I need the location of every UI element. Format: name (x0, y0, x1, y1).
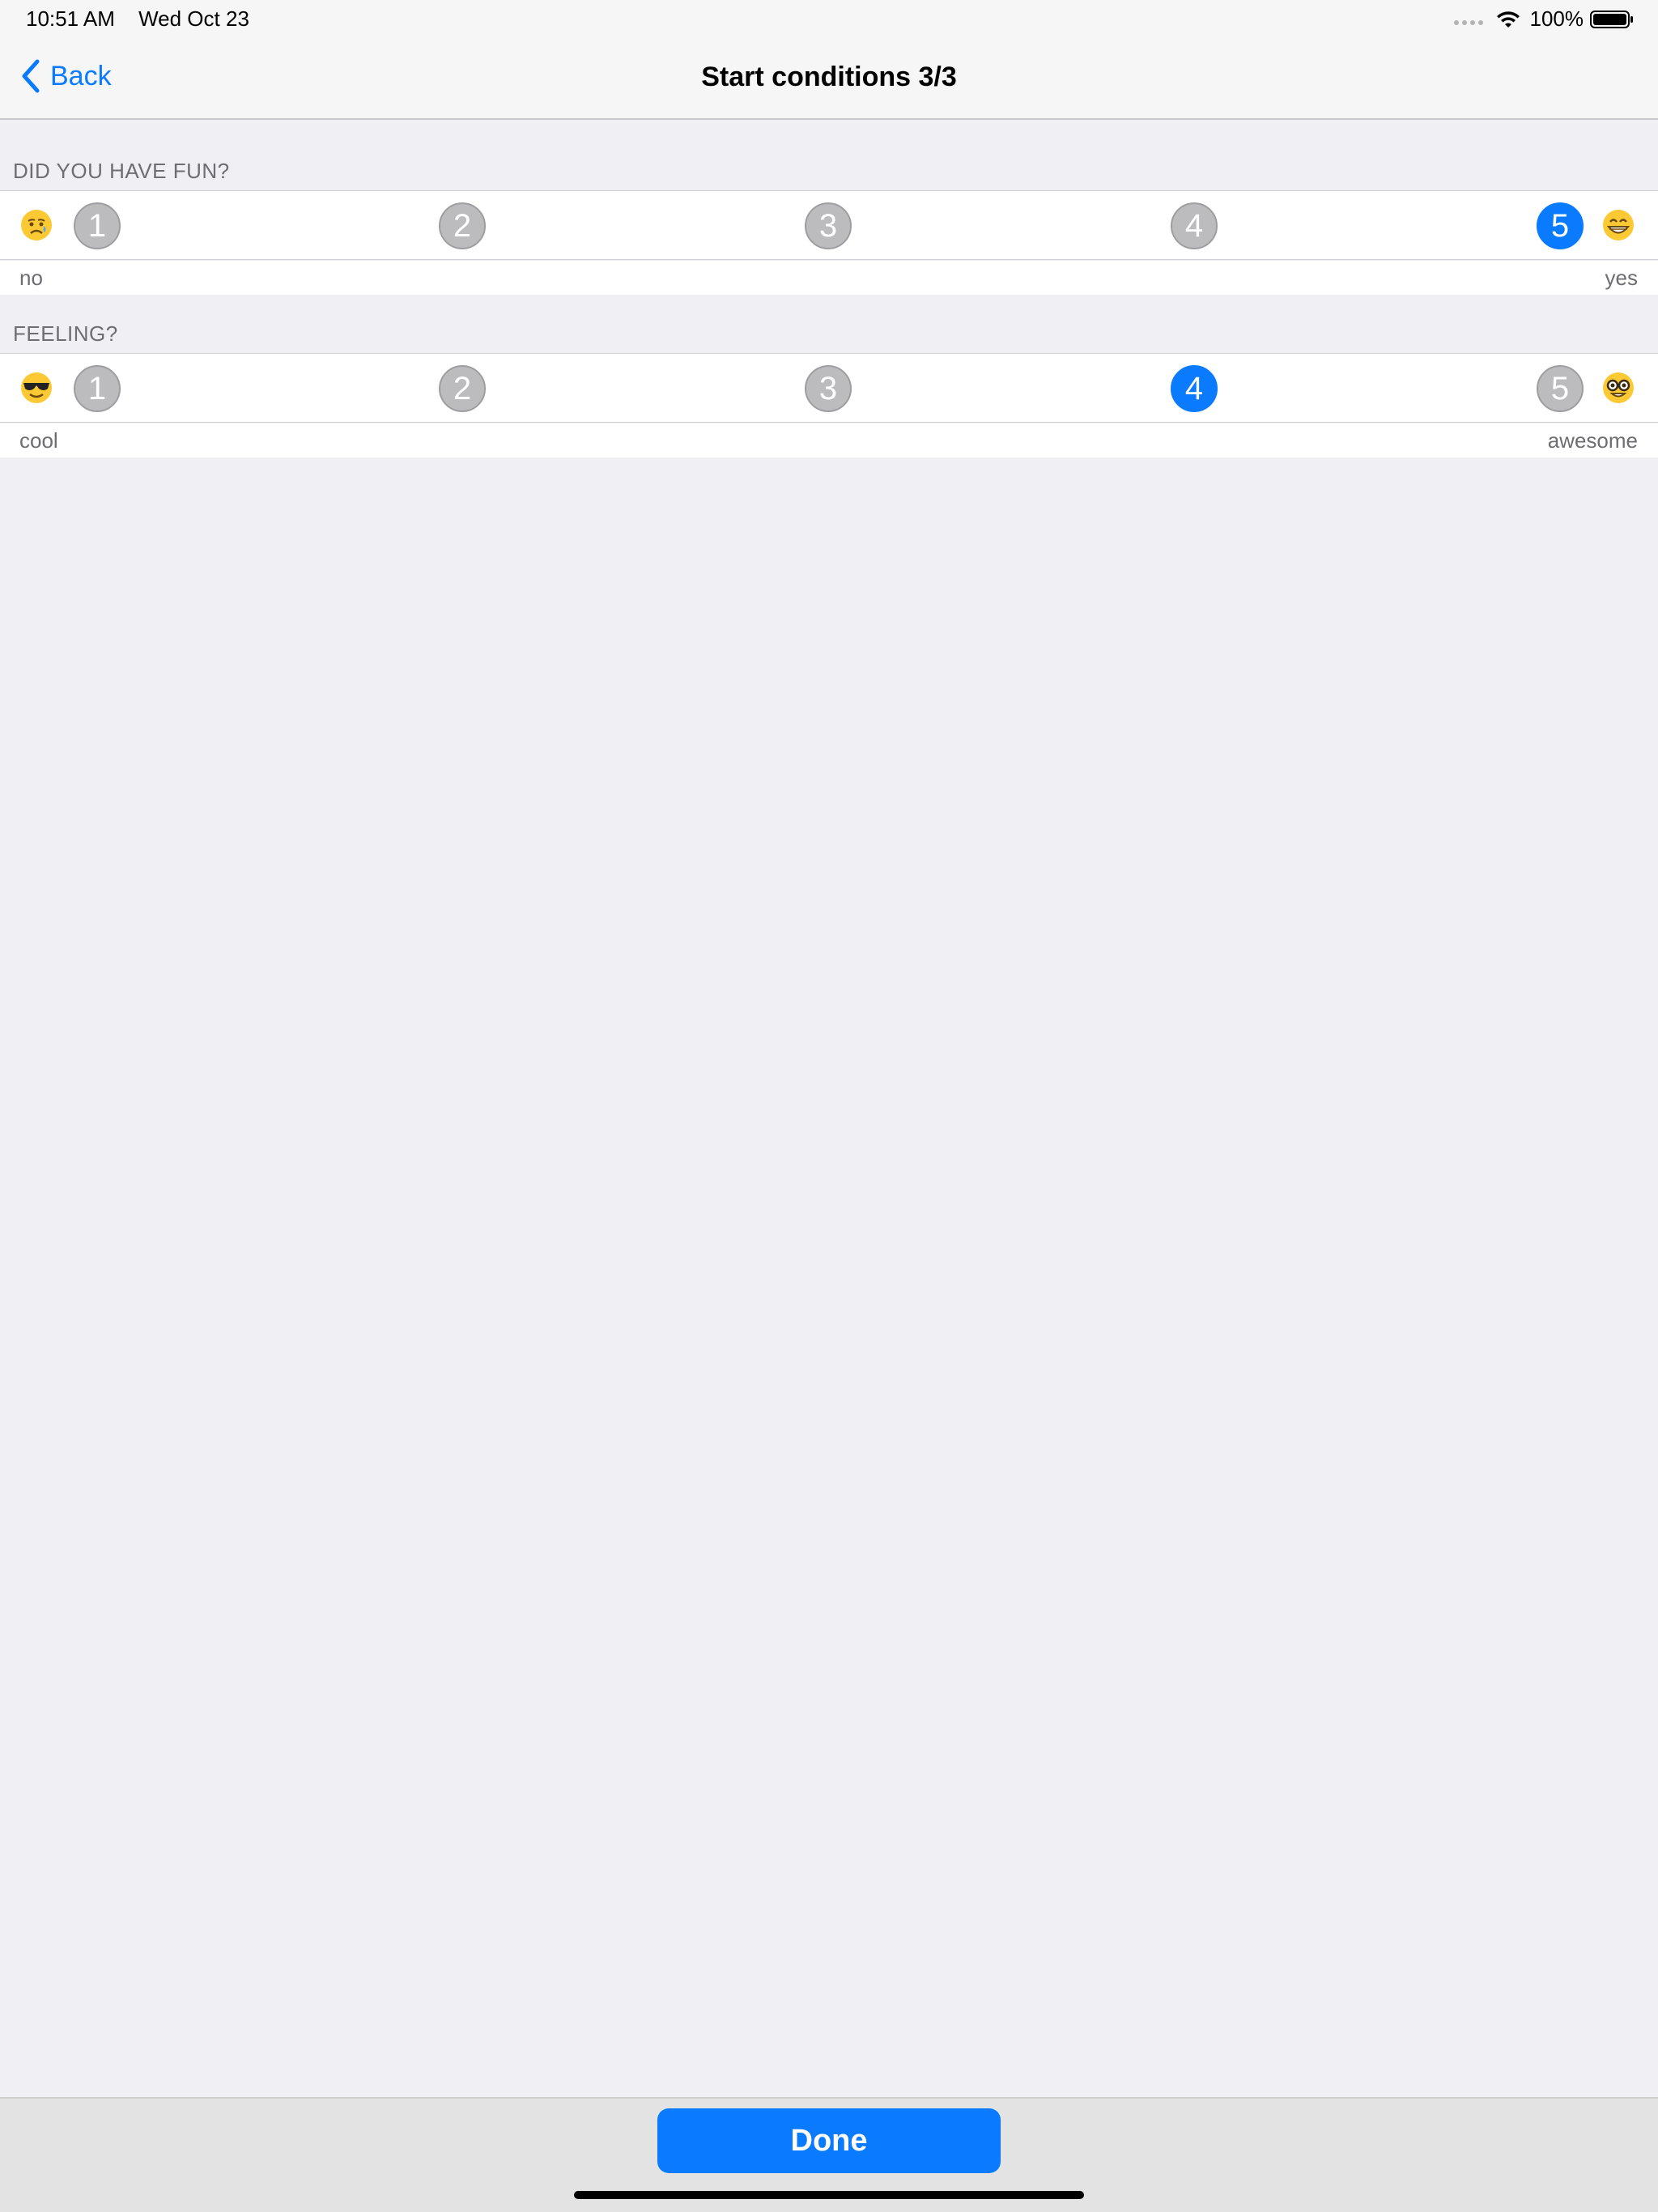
max-label-feeling: awesome (1547, 428, 1638, 453)
grinning-face-icon (1603, 210, 1634, 240)
status-bar: 10:51 AM Wed Oct 23 100% (0, 0, 1658, 39)
rating-row-feeling: 1 2 3 4 5 (0, 353, 1658, 423)
done-button[interactable]: Done (657, 2108, 1001, 2173)
rating-labels-feeling: cool awesome (0, 423, 1658, 457)
rating-feeling-4[interactable]: 4 (1171, 365, 1218, 412)
sunglasses-face-icon (21, 372, 52, 403)
rating-fun-4[interactable]: 4 (1171, 202, 1218, 249)
question-header-fun: DID YOU HAVE FUN? (13, 159, 230, 183)
rating-fun-2[interactable]: 2 (439, 202, 486, 249)
min-label-fun: no (19, 266, 43, 290)
rating-feeling-5[interactable]: 5 (1537, 365, 1584, 412)
min-label-feeling: cool (19, 428, 58, 453)
page-title: Start conditions 3/3 (701, 62, 957, 92)
battery-icon (1590, 10, 1633, 28)
rating-feeling-2[interactable]: 2 (439, 365, 486, 412)
rating-feeling-3[interactable]: 3 (805, 365, 852, 412)
sad-tear-face-icon (21, 210, 52, 240)
max-label-fun: yes (1605, 266, 1638, 290)
navigation-bar: Back Start conditions 3/3 (0, 39, 1658, 120)
wifi-icon (1496, 11, 1520, 28)
rating-feeling-1[interactable]: 1 (74, 365, 121, 412)
rating-labels-fun: no yes (0, 261, 1658, 295)
bottom-toolbar: Done (0, 2097, 1658, 2212)
rating-fun-5[interactable]: 5 (1537, 202, 1584, 249)
status-time: 10:51 AM (26, 6, 115, 31)
rating-fun-1[interactable]: 1 (74, 202, 121, 249)
rating-fun-3[interactable]: 3 (805, 202, 852, 249)
status-date: Wed Oct 23 (138, 6, 249, 31)
nerd-face-icon (1603, 372, 1634, 403)
signal-dots-icon (1453, 19, 1483, 25)
rating-row-fun: 1 2 3 4 5 (0, 190, 1658, 260)
battery-percent: 100% (1529, 6, 1584, 31)
home-indicator[interactable] (574, 2191, 1084, 2199)
question-header-feeling: FEELING? (13, 321, 118, 346)
